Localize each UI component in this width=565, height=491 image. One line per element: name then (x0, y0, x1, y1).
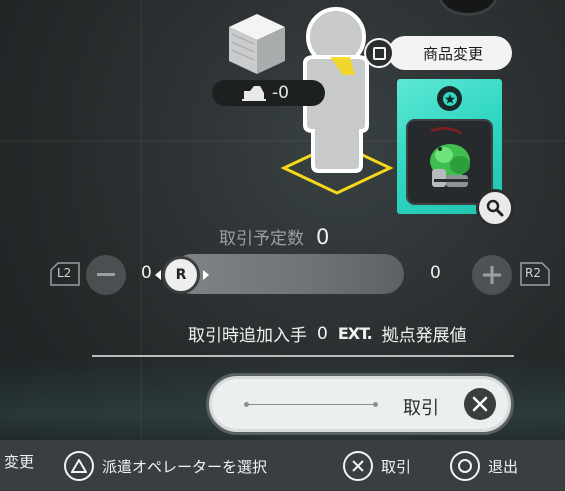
hint-trade[interactable]: 取引 (343, 451, 411, 481)
decorative-line (244, 402, 378, 407)
r2-label: R2 (525, 266, 541, 280)
trade-button-label: 取引 (403, 398, 439, 419)
trade-count-label: 取引予定数 (219, 229, 304, 249)
knob-label: R (175, 267, 187, 283)
increase-button[interactable] (472, 255, 512, 295)
quantity-slider-knob[interactable]: R (162, 256, 200, 294)
l2-label: L2 (57, 266, 72, 280)
hint-exit[interactable]: 退出 (450, 451, 518, 481)
hint-change-label: 変更 (4, 453, 35, 471)
controller-hints-bar: 変更 派遣オペレーターを選択 取引 退出 (0, 440, 565, 491)
hint-exit-label: 退出 (488, 457, 519, 476)
resource-value: -0 (272, 83, 289, 103)
divider (92, 355, 514, 357)
star-badge-icon (437, 86, 462, 111)
hint-select-operator[interactable]: 派遣オペレーターを選択 (64, 451, 267, 481)
trade-count-row: 取引予定数 0 (219, 224, 329, 249)
hint-select-operator-label: 派遣オペレーターを選択 (102, 457, 268, 476)
corner-menu-button[interactable] (438, 0, 498, 16)
trade-count-value: 0 (316, 225, 330, 249)
decrease-button[interactable] (86, 255, 126, 295)
change-product-button[interactable]: 商品変更 (388, 36, 512, 70)
green-item-icon (430, 126, 470, 187)
triangle-button-icon (64, 451, 94, 481)
bonus-value: 0 (317, 323, 328, 344)
slider-max-value: 0 (430, 263, 441, 283)
product-image-frame (406, 119, 493, 205)
trade-button[interactable]: 取引 (206, 373, 514, 435)
resource-badge: -0 (212, 80, 325, 106)
minus-icon (97, 273, 115, 276)
r2-trigger[interactable]: R2 (520, 262, 550, 286)
hint-trade-label: 取引 (381, 457, 412, 476)
hint-change[interactable]: 変更 (4, 451, 34, 472)
circle-button-icon (450, 451, 480, 481)
trade-bonus-row: 取引時追加入手 0 EXT. 拠点発展値 (188, 321, 467, 347)
change-product-label: 商品変更 (422, 44, 483, 63)
bonus-label: 取引時追加入手 (188, 326, 307, 346)
ext-logo: EXT. (337, 324, 373, 343)
square-button-icon (364, 38, 394, 68)
l2-trigger[interactable]: L2 (50, 262, 80, 286)
arrow-right-icon (203, 270, 209, 280)
zoom-button[interactable] (476, 189, 514, 227)
plus-icon (483, 266, 501, 284)
arrow-left-icon (155, 270, 161, 280)
cross-button-icon (464, 388, 496, 420)
magnifier-icon (486, 199, 504, 217)
slider-min-value: 0 (141, 263, 152, 283)
truck-icon (242, 86, 266, 101)
bonus-unit-label: 拠点発展値 (381, 326, 467, 346)
cross-icon (343, 451, 373, 481)
change-product-control[interactable]: 商品変更 (364, 36, 512, 70)
